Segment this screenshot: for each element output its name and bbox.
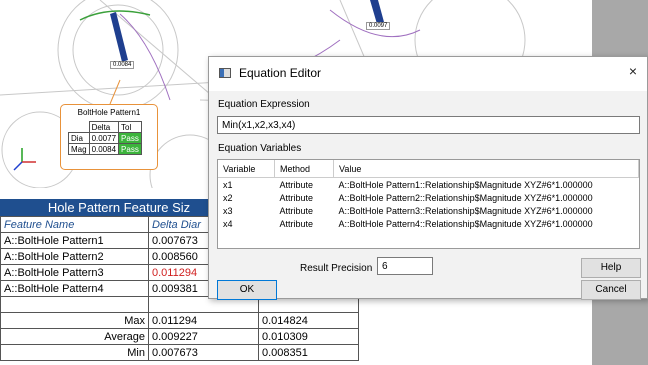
feature-name: A::BoltHole Pattern4 — [0, 280, 149, 297]
summary-row: Min 0.007673 0.008351 — [0, 344, 359, 361]
variable-row[interactable]: x3 Attribute A::BoltHole Pattern3::Relat… — [218, 204, 639, 217]
app-icon — [219, 68, 231, 78]
variable-method: Attribute — [279, 205, 314, 216]
variables-table: Variable Method Value x1 Attribute A::Bo… — [218, 160, 639, 230]
summary-row: Average 0.009227 0.010309 — [0, 328, 359, 345]
variable-method: Attribute — [279, 218, 314, 229]
callout-table: Delta Tol Dia 0.0077 Pass Mag 0.0084 Pas… — [68, 121, 142, 155]
variable-method: Attribute — [279, 192, 314, 203]
expression-label: Equation Expression — [218, 99, 310, 110]
summary-value: 0.008351 — [258, 344, 359, 361]
variable-name: x4 — [223, 218, 233, 229]
variable-value: A::BoltHole Pattern2::Relationship$Magni… — [338, 192, 593, 203]
close-button[interactable]: × — [625, 63, 641, 79]
variable-row[interactable]: x1 Attribute A::BoltHole Pattern1::Relat… — [218, 178, 639, 192]
feature-name: A::BoltHole Pattern2 — [0, 248, 149, 265]
summary-value: 0.010309 — [258, 328, 359, 345]
variable-value: A::BoltHole Pattern1::Relationship$Magni… — [338, 179, 593, 190]
col-method[interactable]: Method — [274, 160, 334, 178]
variable-method: Attribute — [279, 179, 314, 190]
callout-row-status: Pass — [118, 143, 142, 155]
variable-value: A::BoltHole Pattern3::Relationship$Magni… — [338, 205, 593, 216]
summary-value: 0.014824 — [258, 312, 359, 329]
variable-value: A::BoltHole Pattern4::Relationship$Magni… — [338, 218, 593, 229]
feature-name: A::BoltHole Pattern1 — [0, 232, 149, 249]
callout-col-tol: Tol — [118, 121, 142, 133]
callout-row-label: Mag — [68, 143, 90, 155]
summary-label: Max — [0, 312, 149, 329]
col-variable[interactable]: Variable — [218, 160, 275, 178]
dialog-title: Equation Editor — [239, 66, 322, 80]
summary-value: 0.011294 — [148, 312, 259, 329]
callout-row-delta: 0.0084 — [88, 143, 120, 155]
variables-header-row: Variable Method Value — [218, 160, 639, 178]
variable-row[interactable]: x4 Attribute A::BoltHole Pattern4::Relat… — [218, 217, 639, 230]
summary-row: Max 0.011294 0.014824 — [0, 312, 359, 329]
cancel-button[interactable]: Cancel — [581, 280, 641, 300]
summary-value: 0.009227 — [148, 328, 259, 345]
summary-label: Average — [0, 328, 149, 345]
deviation-label-left: 0.0084 — [110, 61, 135, 69]
deviation-label-right: 0.0097 — [366, 22, 391, 30]
variable-name: x1 — [223, 179, 233, 190]
callout-col-delta: Delta — [88, 121, 120, 133]
feature-name: A::BoltHole Pattern3 — [0, 264, 149, 281]
variables-list[interactable]: Variable Method Value x1 Attribute A::Bo… — [217, 159, 640, 249]
feature-callout: BoltHole Pattern1 Delta Tol Dia 0.0077 P… — [60, 104, 158, 170]
equation-editor-dialog: Equation Editor × Equation Expression Eq… — [208, 56, 648, 300]
variable-name: x3 — [223, 205, 233, 216]
expression-input[interactable] — [217, 116, 640, 134]
dialog-titlebar[interactable]: Equation Editor × — [209, 57, 647, 91]
help-button[interactable]: Help — [581, 258, 641, 278]
precision-label: Result Precision — [300, 263, 373, 274]
callout-row-delta: 0.0077 — [88, 132, 120, 144]
ok-button[interactable]: OK — [217, 280, 277, 300]
summary-label: Min — [0, 344, 149, 361]
summary-value: 0.007673 — [148, 344, 259, 361]
variable-name: x2 — [223, 192, 233, 203]
callout-row-label: Dia — [68, 132, 90, 144]
report-col-feature: Feature Name — [0, 216, 149, 233]
report-title: Hole Pattern Feature Siz — [0, 199, 238, 216]
variable-row[interactable]: x2 Attribute A::BoltHole Pattern2::Relat… — [218, 191, 639, 204]
col-value[interactable]: Value — [333, 160, 639, 178]
deviation-arrow-right — [370, 0, 384, 24]
variables-label: Equation Variables — [218, 143, 302, 154]
callout-title: BoltHole Pattern1 — [77, 108, 141, 117]
callout-row-status: Pass — [118, 132, 142, 144]
precision-input[interactable] — [377, 257, 433, 275]
